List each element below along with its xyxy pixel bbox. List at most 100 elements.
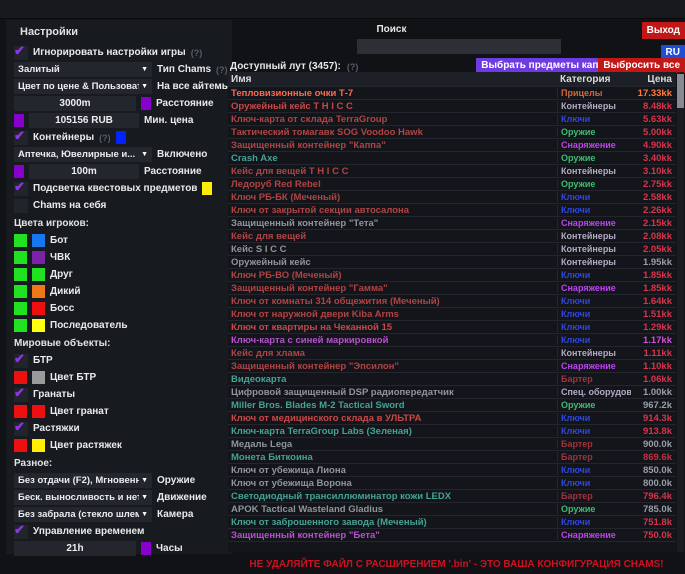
table-row[interactable]: APOK Tactical Wasteland GladiusОружие785… <box>228 502 676 515</box>
item-category: Оружие <box>557 504 631 514</box>
item-category: Ключи <box>557 296 631 306</box>
table-row[interactable]: Оружейный кейс T H I C CКонтейнеры8.48kk <box>228 99 676 112</box>
table-row[interactable]: Ключ от комнаты 314 общежития (Меченый)К… <box>228 294 676 307</box>
table-row[interactable]: Ключ РБ-ВО (Меченый)Ключи1.85kk <box>228 268 676 281</box>
checkmark-icon: ✔ <box>14 419 25 434</box>
table-row[interactable]: Ключ от квартиры на Чеканной 15Ключи1.29… <box>228 320 676 333</box>
color-swatch-primary[interactable] <box>14 251 27 264</box>
color-swatch-primary[interactable] <box>14 319 27 332</box>
color-swatch-primary[interactable] <box>14 268 27 281</box>
table-row[interactable]: Ключ от медицинского склада в УЛЬТРАКлюч… <box>228 411 676 424</box>
checkbox-unchecked[interactable] <box>14 199 28 213</box>
table-row[interactable] <box>228 541 676 552</box>
table-row[interactable]: Ключ от закрытой секции автосалонаКлючи2… <box>228 203 676 216</box>
available-loot-label: Доступный лут (3457): (?) <box>230 61 358 72</box>
color-swatch-secondary[interactable] <box>32 319 45 332</box>
item-name: Тепловизионные очки Т-7 <box>228 88 557 99</box>
table-row[interactable]: Miller Bros. Blades M-2 Tactical SwordОр… <box>228 398 676 411</box>
item-name: Ключ от заброшенного завода (Меченый) <box>228 517 557 528</box>
table-row[interactable]: Медаль LegaБартер900.0k <box>228 437 676 450</box>
setting-label: Цвет гранат <box>50 406 109 417</box>
color-swatch-secondary[interactable] <box>32 439 45 452</box>
item-name: Ключ от комнаты 314 общежития (Меченый) <box>228 296 557 307</box>
scrollbar[interactable] <box>677 72 684 552</box>
setting-label: Цвета игроков: <box>14 218 89 229</box>
value-input[interactable]: 3000m <box>14 96 136 111</box>
color-swatch-secondary[interactable] <box>32 302 45 315</box>
table-row[interactable]: Защищенный контейнер "Эпсилон"Снаряжение… <box>228 359 676 372</box>
table-row[interactable]: Ключ РБ-БК (Меченый)Ключи2.58kk <box>228 190 676 203</box>
table-row[interactable]: Защищенный контейнер "Тета"Снаряжение2.1… <box>228 216 676 229</box>
dropdown-select[interactable]: Без забрала (стекло шлема)▼ <box>14 507 152 522</box>
dropdown-select[interactable]: Без отдачи (F2), Мгновенное п▼ <box>14 473 152 488</box>
color-swatch-primary[interactable] <box>14 405 27 418</box>
table-row[interactable]: Кейс для вещей T H I C CКонтейнеры3.10kk <box>228 164 676 177</box>
table-row[interactable]: Кейс для вещейКонтейнеры2.08kk <box>228 229 676 242</box>
table-row[interactable]: Защищенный контейнер "Каппа"Снаряжение4.… <box>228 138 676 151</box>
checkbox-checked[interactable]: ✔ <box>14 422 28 436</box>
table-row[interactable]: Оружейный кейсКонтейнеры1.95kk <box>228 255 676 268</box>
checkbox-checked[interactable]: ✔ <box>14 182 28 196</box>
table-row[interactable]: Защищенный контейнер "Гамма"Снаряжение1.… <box>228 281 676 294</box>
color-swatch-primary[interactable] <box>14 439 27 452</box>
table-row[interactable]: Ключ-карта от склада TerraGroupКлючи5.63… <box>228 112 676 125</box>
table-row[interactable]: Ключ-карта с синей маркировкойКлючи1.17k… <box>228 333 676 346</box>
table-row[interactable]: Монета БиткоинаБартер869.6k <box>228 450 676 463</box>
table-row[interactable]: Ключ-карта TerraGroup Labs (Зеленая)Ключ… <box>228 424 676 437</box>
dropdown-select[interactable]: Цвет по цене & Пользователь▼ <box>14 79 152 94</box>
loot-table-body: Тепловизионные очки Т-7Прицелы17.33kkОру… <box>228 86 676 552</box>
exit-button[interactable]: Выход <box>642 22 685 39</box>
value-input[interactable]: 21h <box>14 541 136 556</box>
color-swatch[interactable] <box>14 114 24 127</box>
dropdown-select[interactable]: Залитый▼ <box>14 62 152 77</box>
table-row[interactable]: Цифровой защищенный DSP радиопередатчикС… <box>228 385 676 398</box>
item-category: Ключи <box>557 413 631 423</box>
table-row[interactable]: Тактический томагавк SOG Voodoo HawkОруж… <box>228 125 676 138</box>
color-swatch-secondary[interactable] <box>32 285 45 298</box>
table-row[interactable]: Ключ от убежища ЛионаКлючи850.0k <box>228 463 676 476</box>
table-row[interactable]: Защищенный контейнер "Бета"Снаряжение750… <box>228 528 676 541</box>
table-row[interactable]: Ключ от заброшенного завода (Меченый)Клю… <box>228 515 676 528</box>
color-swatch-secondary[interactable] <box>32 234 45 247</box>
color-swatch[interactable] <box>202 182 212 195</box>
color-swatch-primary[interactable] <box>14 371 27 384</box>
select-kappa-items-button[interactable]: Выбрать предметы каппа <box>476 58 615 73</box>
table-row[interactable]: Ключ от наружной двери Kiba ArmsКлючи1.5… <box>228 307 676 320</box>
table-row[interactable]: Ледоруб Red RebelОружие2.75kk <box>228 177 676 190</box>
table-row[interactable]: Кейс для хламаКонтейнеры1.11kk <box>228 346 676 359</box>
table-row[interactable]: Ключ от убежища ВоронаКлючи800.0k <box>228 476 676 489</box>
table-row[interactable]: ВидеокартаБартер1.06kk <box>228 372 676 385</box>
dropdown-select[interactable]: Беск. выносливость и нет уста▼ <box>14 490 152 505</box>
checkbox-checked[interactable]: ✔ <box>14 46 28 60</box>
item-category: Ключи <box>557 478 631 488</box>
value-input[interactable]: 105156 RUB <box>29 113 139 128</box>
checkbox-checked[interactable]: ✔ <box>14 525 28 539</box>
dropdown-select[interactable]: Аптечка, Ювелирные и...▼ <box>14 147 152 162</box>
color-swatch[interactable] <box>141 97 151 110</box>
checkmark-icon: ✔ <box>14 522 25 537</box>
color-swatch[interactable] <box>116 131 126 144</box>
item-category: Ключи <box>557 309 631 319</box>
search-input[interactable] <box>357 39 561 54</box>
table-row[interactable]: Тепловизионные очки Т-7Прицелы17.33kk <box>228 86 676 99</box>
color-swatch[interactable] <box>141 542 151 555</box>
scrollbar-thumb[interactable] <box>677 74 684 108</box>
checkbox-checked[interactable]: ✔ <box>14 131 28 145</box>
table-row[interactable]: Светодиодный трансиллюминатор кожи LEDXБ… <box>228 489 676 502</box>
checkbox-checked[interactable]: ✔ <box>14 354 28 368</box>
color-swatch-secondary[interactable] <box>32 251 45 264</box>
drop-all-button[interactable]: Выбросить все <box>598 58 685 73</box>
item-category: Снаряжение <box>557 283 631 293</box>
color-swatch-primary[interactable] <box>14 302 27 315</box>
color-swatch-primary[interactable] <box>14 234 27 247</box>
color-swatch[interactable] <box>14 165 24 178</box>
color-swatch-secondary[interactable] <box>32 371 45 384</box>
checkbox-checked[interactable]: ✔ <box>14 388 28 402</box>
color-swatch-secondary[interactable] <box>32 405 45 418</box>
table-row[interactable]: Кейс S I C CКонтейнеры2.05kk <box>228 242 676 255</box>
value-input[interactable]: 100m <box>29 164 139 179</box>
color-swatch-primary[interactable] <box>14 285 27 298</box>
settings-row-input: 3000mРасстояние <box>14 96 228 111</box>
table-row[interactable]: Crash AxeОружие3.40kk <box>228 151 676 164</box>
color-swatch-secondary[interactable] <box>32 268 45 281</box>
